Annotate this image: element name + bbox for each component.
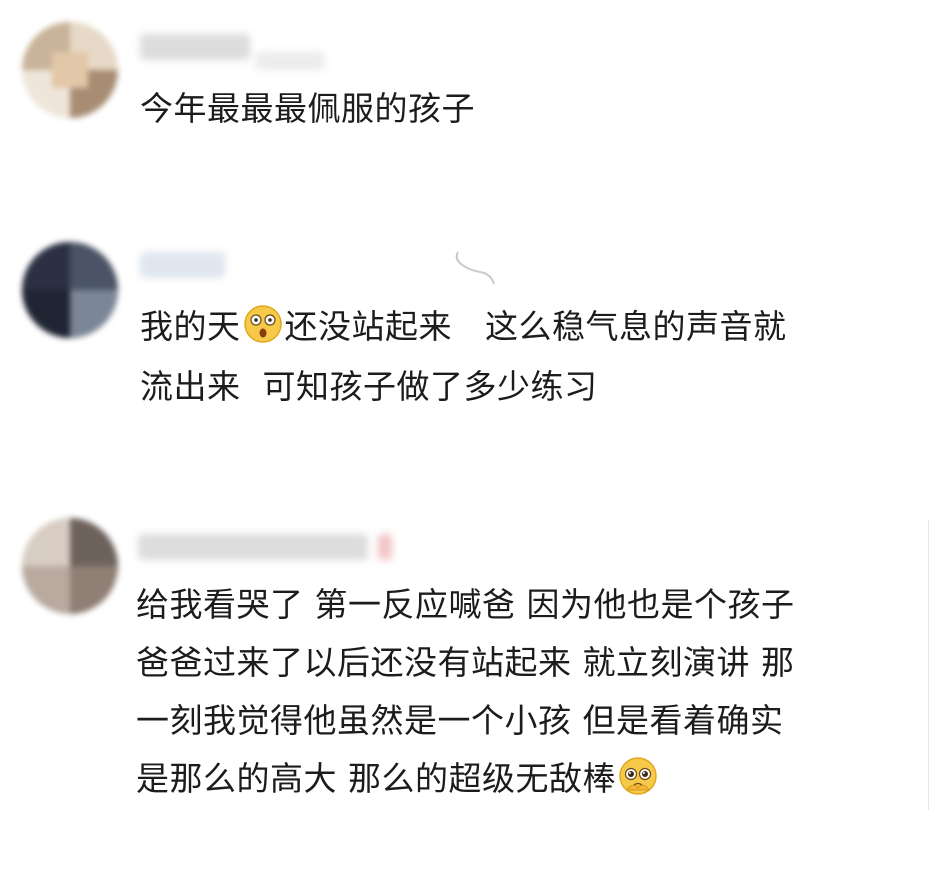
comment-item: 今年最最最佩服的孩子 [0, 0, 935, 200]
comment-text-line: 我的天 还没站起来 这么稳气息的声音就 [140, 300, 786, 354]
avatar[interactable] [22, 22, 118, 118]
comment-text-line: 给我看哭了 第一反应喊爸 因为他也是个孩子 [136, 585, 795, 624]
username-redacted[interactable] [138, 534, 368, 560]
avatar[interactable] [22, 518, 118, 614]
username-redacted[interactable] [140, 34, 250, 60]
username-redacted-badge [378, 534, 392, 560]
comment-text-line: 爸爸过来了以后还没有站起来 就立刻演讲 那 [136, 643, 795, 682]
username-redacted[interactable] [140, 252, 225, 278]
pleading-face-emoji [619, 757, 657, 795]
comment-text-part: 我的天 [140, 307, 241, 346]
comment-item: 我的天 还没站起来 这么稳气息的声音就 流出来 可知孩子做了多少练习 [0, 220, 935, 440]
comment-text-line: 是那么的高大 那么的超级无敌棒 [136, 752, 660, 806]
comment-item: 给我看哭了 第一反应喊爸 因为他也是个孩子 爸爸过来了以后还没有站起来 就立刻演… [0, 500, 935, 872]
avatar[interactable] [22, 242, 118, 338]
divider [928, 520, 929, 810]
comment-text: 今年最最最佩服的孩子 [140, 89, 475, 128]
comment-text-part: 还没站起来 这么稳气息的声音就 [284, 307, 787, 346]
comment-text-line: 流出来 可知孩子做了多少练习 [140, 367, 598, 406]
decorative-stroke-icon [455, 251, 495, 285]
comment-text-line: 一刻我觉得他虽然是一个小孩 但是看着确实 [136, 701, 784, 740]
username-redacted-tail [255, 52, 325, 70]
comment-text-part: 是那么的高大 那么的超级无敌棒 [136, 759, 616, 798]
astonished-face-emoji [243, 305, 282, 343]
